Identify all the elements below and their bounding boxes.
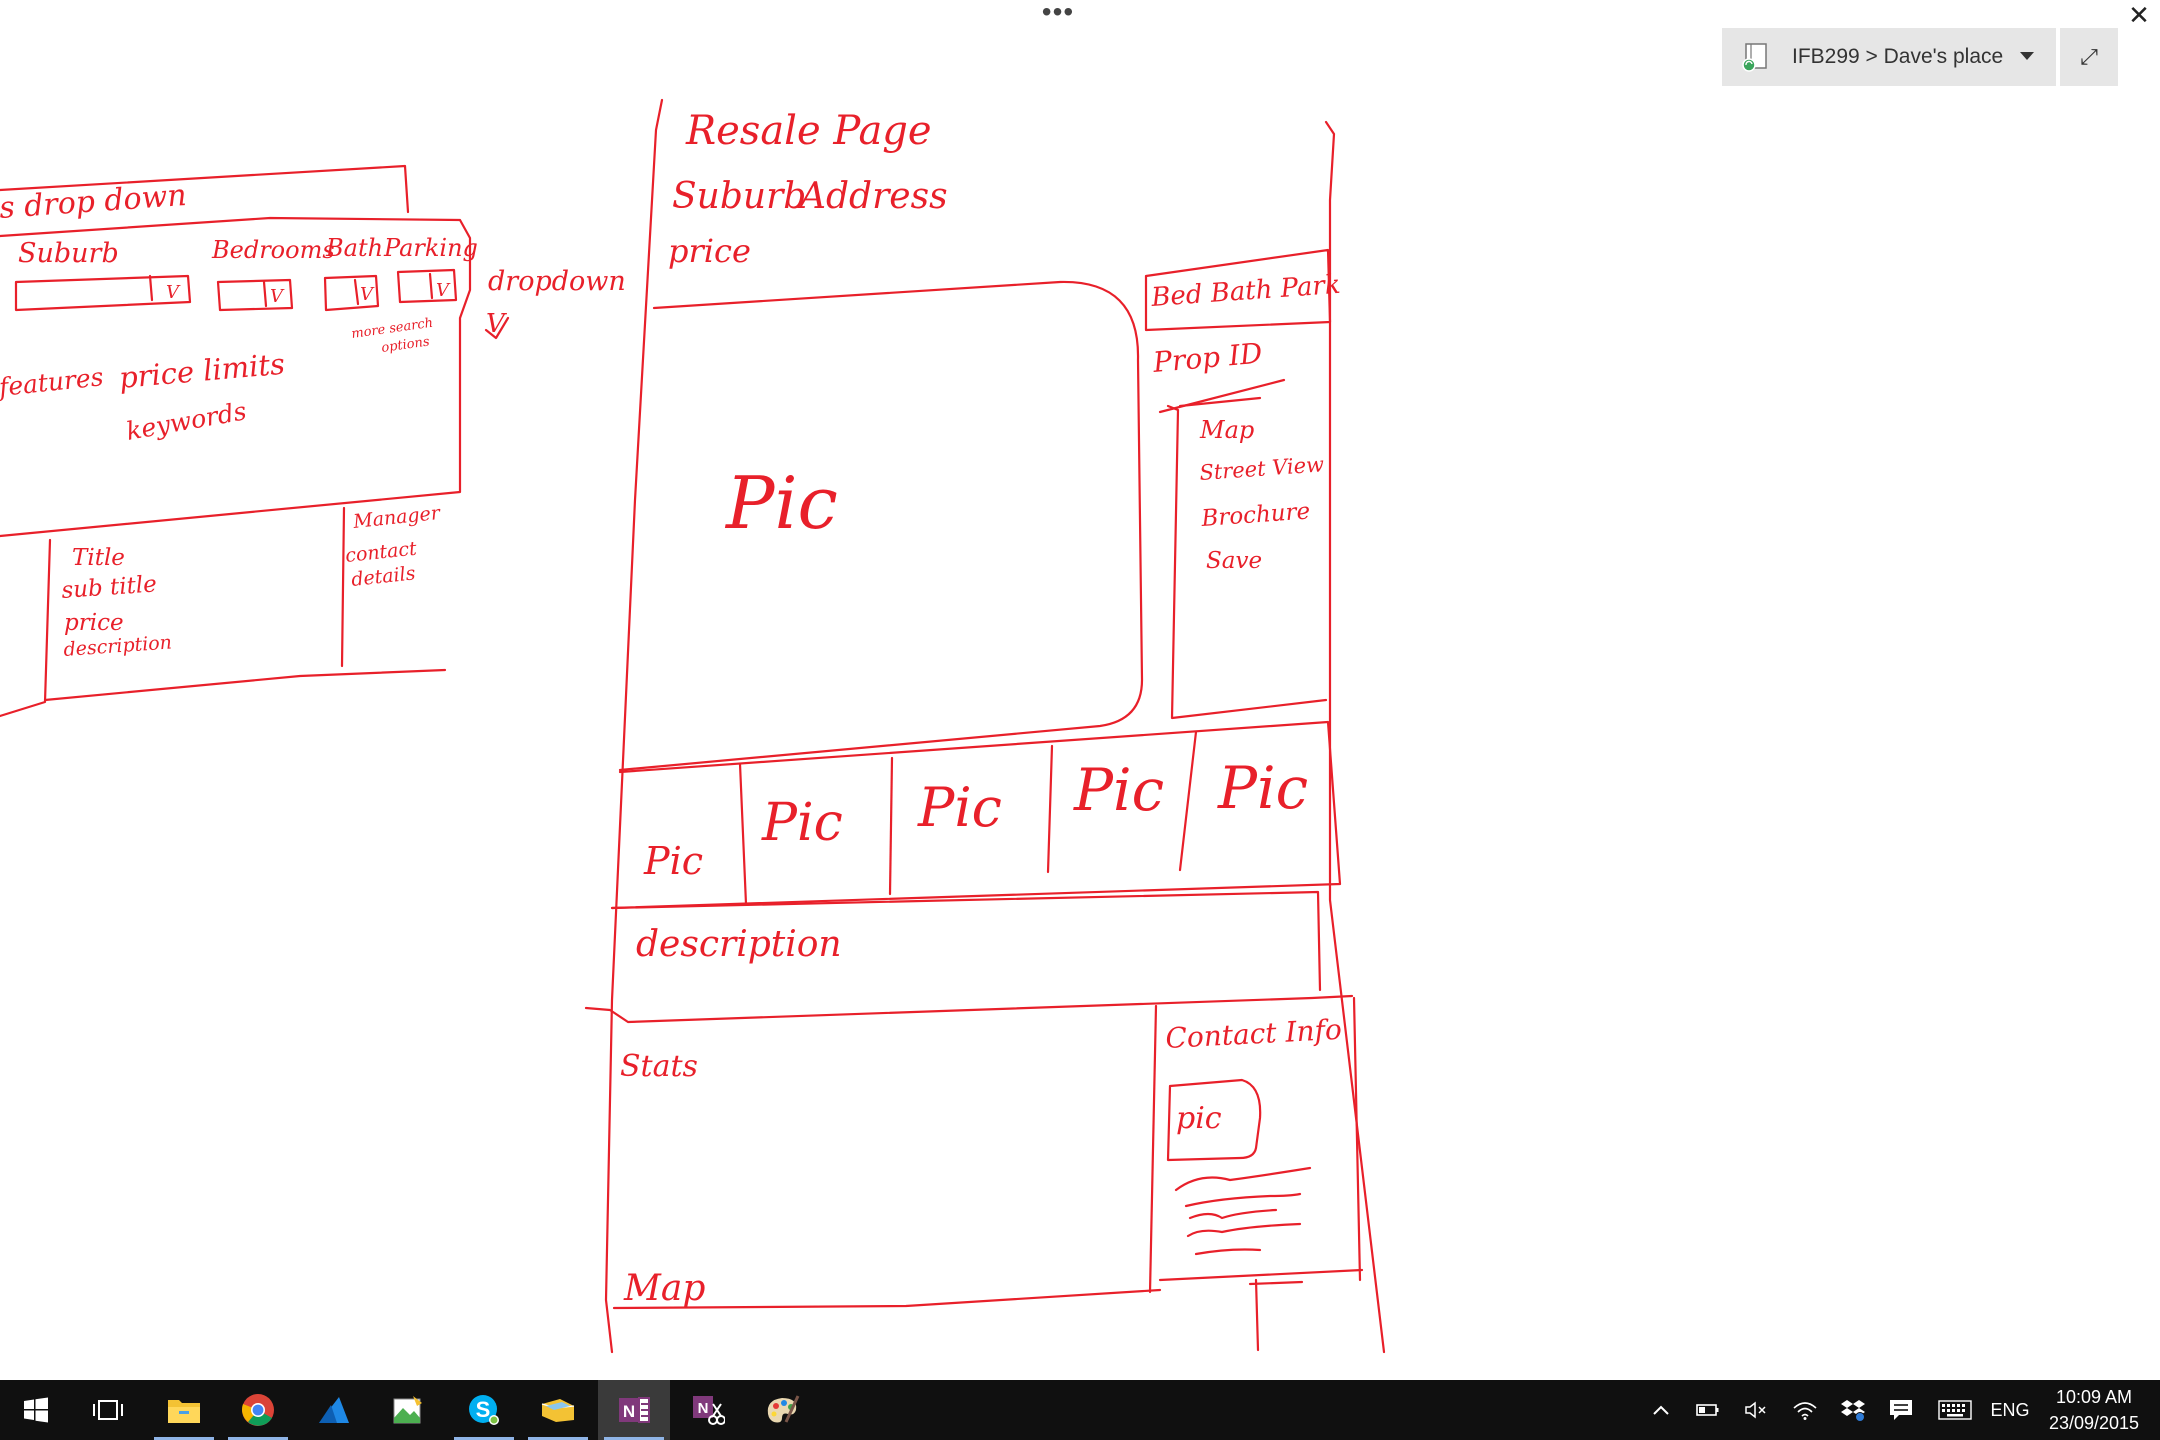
fullscreen-button[interactable]: ⤢ [2060, 28, 2118, 86]
map-label: Map [623, 1268, 705, 1309]
show-hidden-icons-button[interactable] [1646, 1380, 1676, 1440]
thumbnail-pic-3: Pic [917, 776, 1002, 839]
dropbox-button[interactable] [1836, 1380, 1870, 1440]
image-editor-icon [393, 1396, 422, 1424]
manager-label: Manager [351, 502, 443, 533]
touch-keyboard-button[interactable] [1932, 1380, 1978, 1440]
notebook-sync-icon [1742, 42, 1770, 72]
side-menu-save: Save [1206, 548, 1262, 574]
prop-id-label: Prop ID [1151, 337, 1264, 379]
file-explorer-icon [168, 1400, 200, 1423]
battery-icon [1696, 1404, 1719, 1416]
notebook-label: IFB299 > Dave's place [1792, 45, 2004, 68]
keyboard-icon [1938, 1400, 1972, 1420]
thumbnail-pic-4: Pic [1073, 756, 1164, 824]
image-editor-button[interactable] [372, 1380, 444, 1440]
listing-price: price [64, 610, 124, 636]
clock-time: 10:09 AM [2055, 1387, 2133, 1407]
dropdown-arrow-label: V [486, 309, 507, 339]
thumbnail-pic-5: Pic [1217, 754, 1308, 822]
keywords-label: keywords [124, 396, 249, 446]
ink-canvas[interactable]: s drop down Suburb Bedrooms Bath Parking… [0, 0, 2160, 1380]
azure-icon [319, 1397, 349, 1423]
chrome-button[interactable] [222, 1380, 294, 1440]
wifi-icon [1793, 1402, 1817, 1420]
paint-icon [767, 1395, 800, 1423]
listing-subtitle: sub title [61, 571, 158, 604]
resale-page-sketch: Resale Page Suburb Address price Pic Bed… [584, 98, 1386, 1354]
main-pic-label: Pic [724, 461, 838, 545]
side-menu-map: Map [1199, 416, 1254, 444]
volume-muted-icon [1745, 1401, 1766, 1419]
chevron-down-icon [2020, 52, 2034, 60]
suburb-label: Suburb [18, 238, 119, 269]
task-view-button[interactable] [72, 1380, 144, 1440]
expand-icon: ⤢ [2080, 44, 2098, 69]
start-icon [24, 1397, 48, 1423]
start-button[interactable] [0, 1380, 72, 1440]
suburb-select-marker: V [166, 282, 181, 303]
onenote-clipper-button[interactable]: N [672, 1380, 744, 1440]
bedrooms-select-marker: V [270, 286, 285, 307]
clock-date: 23/09/2015 [2048, 1413, 2140, 1433]
listing-title: Title [72, 545, 125, 571]
stats-label: Stats [620, 1049, 698, 1084]
onenote-button[interactable]: N [598, 1380, 670, 1440]
address-label: Address [797, 176, 948, 217]
notebook-selector[interactable]: IFB299 > Dave's place [1722, 28, 2056, 86]
dropdown-note: dropdown [488, 266, 626, 297]
contact-pic-label: pic [1176, 1101, 1222, 1136]
page-title-label: Resale Page [685, 108, 932, 154]
chevron-up-icon [1653, 1405, 1669, 1415]
azure-button[interactable] [298, 1380, 370, 1440]
notification-icon [1890, 1400, 1912, 1420]
skype-icon: S [469, 1395, 499, 1425]
more-options-button[interactable]: ••• [1038, 0, 1078, 30]
chrome-icon [242, 1394, 274, 1426]
side-menu-street-view: Street View [1199, 452, 1325, 485]
folder-icon [541, 1399, 575, 1422]
action-center-button[interactable] [1884, 1380, 1918, 1440]
onenote-clipper-icon: N [693, 1396, 725, 1425]
svg-text:N: N [698, 1400, 709, 1417]
wifi-button[interactable] [1788, 1380, 1822, 1440]
clock[interactable]: 10:09 AM 23/09/2015 [2036, 1384, 2152, 1438]
bed-bath-park-label: Bed Bath Park [1149, 270, 1341, 313]
features-label: features [0, 362, 105, 402]
bedrooms-label: Bedrooms [211, 236, 335, 264]
more-options-label: options [380, 334, 430, 356]
svg-text:N: N [623, 1402, 635, 1421]
parking-select-marker: V [436, 280, 451, 301]
price-limits-label: price limits [118, 347, 287, 395]
search-sketch: s drop down Suburb Bedrooms Bath Parking… [0, 164, 626, 718]
thumbnail-pic-1: Pic [643, 839, 703, 883]
bath-select-marker: V [360, 284, 375, 305]
price-label: price [668, 232, 751, 270]
file-explorer-button[interactable] [148, 1380, 220, 1440]
volume-button[interactable] [1740, 1380, 1772, 1440]
thumbnail-pic-2: Pic [761, 793, 843, 853]
language-indicator[interactable]: ENG [1986, 1380, 2034, 1440]
description-label: description [636, 924, 842, 965]
task-view-icon [93, 1400, 123, 1420]
svg-text:S: S [476, 1397, 491, 1422]
parking-label: Parking [383, 234, 478, 262]
taskbar: S N N ENG 10:09 AM 23/09/2015 [0, 1380, 2160, 1440]
dropdown-heading: s drop down [0, 178, 188, 226]
bath-label: Bath [325, 234, 383, 262]
side-menu-brochure: Brochure [1200, 498, 1311, 532]
battery-button[interactable] [1692, 1380, 1724, 1440]
folder-button[interactable] [522, 1380, 594, 1440]
skype-button[interactable]: S [448, 1380, 520, 1440]
dropbox-sync-icon [1841, 1400, 1865, 1422]
onenote-icon: N [619, 1397, 650, 1423]
suburb-label-main: Suburb [672, 176, 806, 217]
paint-button[interactable] [746, 1380, 818, 1440]
contact-info-label: Contact Info [1165, 1013, 1343, 1055]
close-button[interactable]: ✕ [2124, 0, 2154, 30]
details-label: details [350, 562, 416, 591]
